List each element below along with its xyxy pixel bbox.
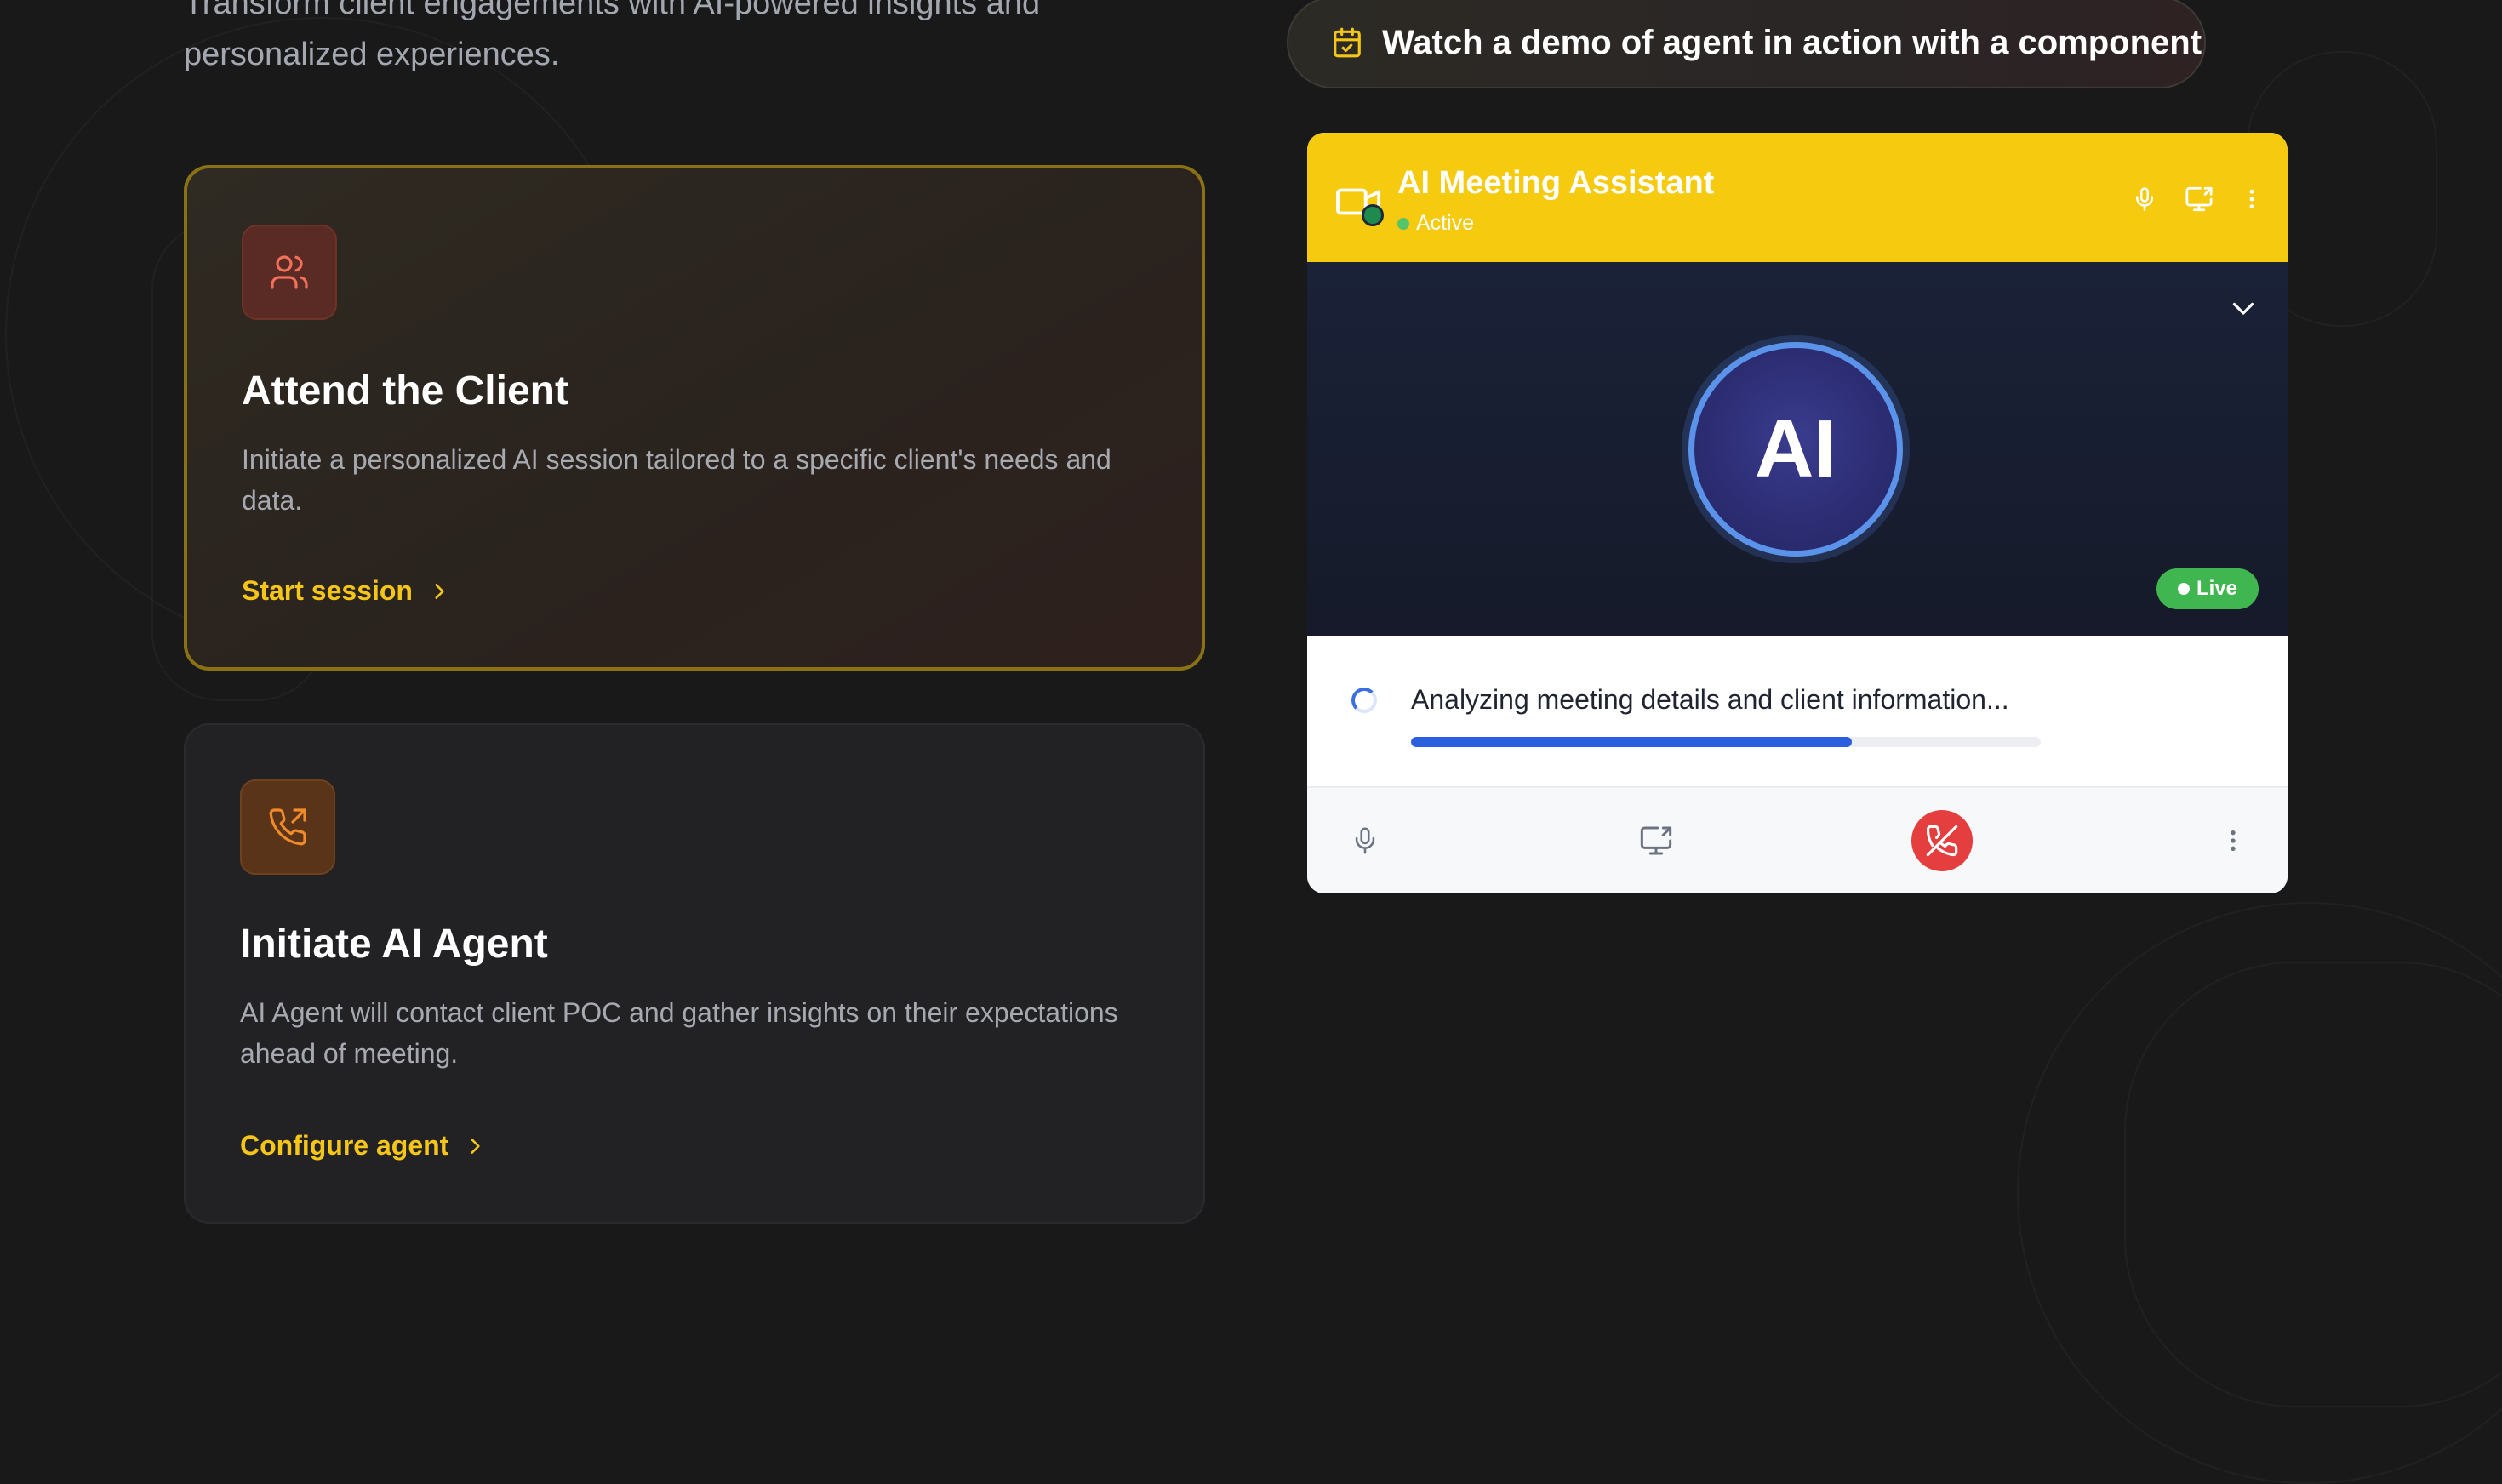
configure-agent-label: Configure agent xyxy=(240,1130,449,1161)
more-vertical-icon xyxy=(2231,830,2236,851)
video-area: AI Live xyxy=(1307,262,2288,636)
card-title: Attend the Client xyxy=(242,368,568,414)
background-circle xyxy=(2017,902,2502,1484)
live-dot xyxy=(2177,583,2190,595)
calendar-check-icon xyxy=(1334,27,1361,58)
more-vertical-icon xyxy=(2249,189,2254,209)
attend-client-card[interactable]: Attend the Client Initiate a personalize… xyxy=(184,165,1205,671)
live-label: Live xyxy=(2196,577,2238,600)
loading-spinner-icon xyxy=(1351,688,1377,713)
card-title: Initiate AI Agent xyxy=(240,922,548,967)
progress-bar-fill xyxy=(1411,737,1852,747)
widget-title: AI Meeting Assistant xyxy=(1397,165,1715,201)
widget-header: AI Meeting Assistant Active xyxy=(1307,133,2288,262)
chevron-right-icon xyxy=(435,583,444,599)
hero-subtitle: Transform client engagements with AI-pow… xyxy=(184,0,1041,72)
watch-demo-button[interactable]: Watch a demo of agent in action with a c… xyxy=(1287,0,2206,88)
screen-share-button[interactable] xyxy=(1632,817,1680,865)
header-more-button[interactable] xyxy=(2233,180,2271,218)
progress-text: Analyzing meeting details and client inf… xyxy=(1411,684,2009,715)
watch-demo-label: Watch a demo of agent in action with a c… xyxy=(1382,23,2202,61)
mic-icon xyxy=(2136,187,2153,211)
screen-share-icon xyxy=(1640,826,1672,855)
end-call-button[interactable] xyxy=(1911,810,1973,871)
call-controls xyxy=(1307,786,2288,893)
card-description: AI Agent will contact client POC and gat… xyxy=(240,997,1118,1069)
phone-outgoing-icon xyxy=(240,779,335,875)
configure-agent-link[interactable]: Configure agent xyxy=(240,1130,486,1162)
start-session-link[interactable]: Start session xyxy=(242,575,450,607)
meeting-assistant-widget: AI Meeting Assistant Active AI Live Anal… xyxy=(1307,133,2288,893)
mic-icon xyxy=(1355,827,1375,854)
more-options-button[interactable] xyxy=(2209,817,2257,865)
header-screen-share-button[interactable] xyxy=(2180,180,2218,218)
live-badge: Live xyxy=(2156,568,2259,609)
phone-off-icon xyxy=(1926,825,1958,857)
card-description: Initiate a personalized AI session tailo… xyxy=(242,444,1111,516)
header-mic-button[interactable] xyxy=(2126,180,2163,218)
status-text: Active xyxy=(1416,211,1475,235)
progress-section: Analyzing meeting details and client inf… xyxy=(1307,636,2288,786)
ai-avatar: AI xyxy=(1688,342,1903,556)
online-indicator xyxy=(1362,204,1384,226)
initiate-agent-card[interactable]: Initiate AI Agent AI Agent will contact … xyxy=(184,723,1205,1224)
users-icon xyxy=(242,225,337,320)
start-session-label: Start session xyxy=(242,575,413,606)
status-dot xyxy=(1397,217,1409,230)
chevron-right-icon xyxy=(471,1138,480,1154)
background-rounded-rect xyxy=(2124,962,2502,1407)
mic-button[interactable] xyxy=(1341,817,1389,865)
screen-share-icon xyxy=(2185,186,2213,212)
progress-bar xyxy=(1411,737,2041,747)
status-badge: Active xyxy=(1397,211,1474,236)
chevron-down-icon[interactable] xyxy=(2228,293,2259,323)
